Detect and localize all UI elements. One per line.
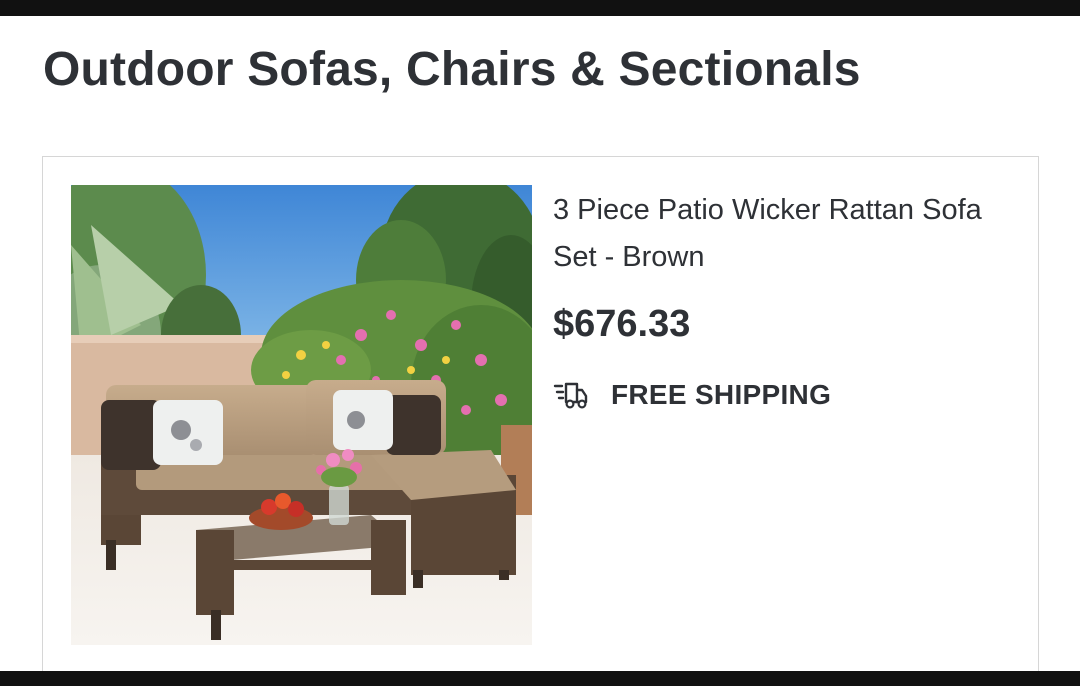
fast-delivery-truck-icon [553, 382, 588, 409]
free-shipping-badge: FREE SHIPPING [553, 375, 831, 415]
product-image[interactable] [71, 185, 532, 645]
shipping-label: FREE SHIPPING [611, 379, 832, 410]
product-price: $676.33 [553, 303, 691, 345]
bottom-bar [0, 671, 1080, 686]
page-title: Outdoor Sofas, Chairs & Sectionals [43, 43, 861, 96]
top-bar [0, 0, 1080, 16]
product-card[interactable]: 3 Piece Patio Wicker Rattan Sofa Set - B… [42, 156, 1039, 686]
product-name[interactable]: 3 Piece Patio Wicker Rattan Sofa Set - B… [553, 187, 1023, 281]
